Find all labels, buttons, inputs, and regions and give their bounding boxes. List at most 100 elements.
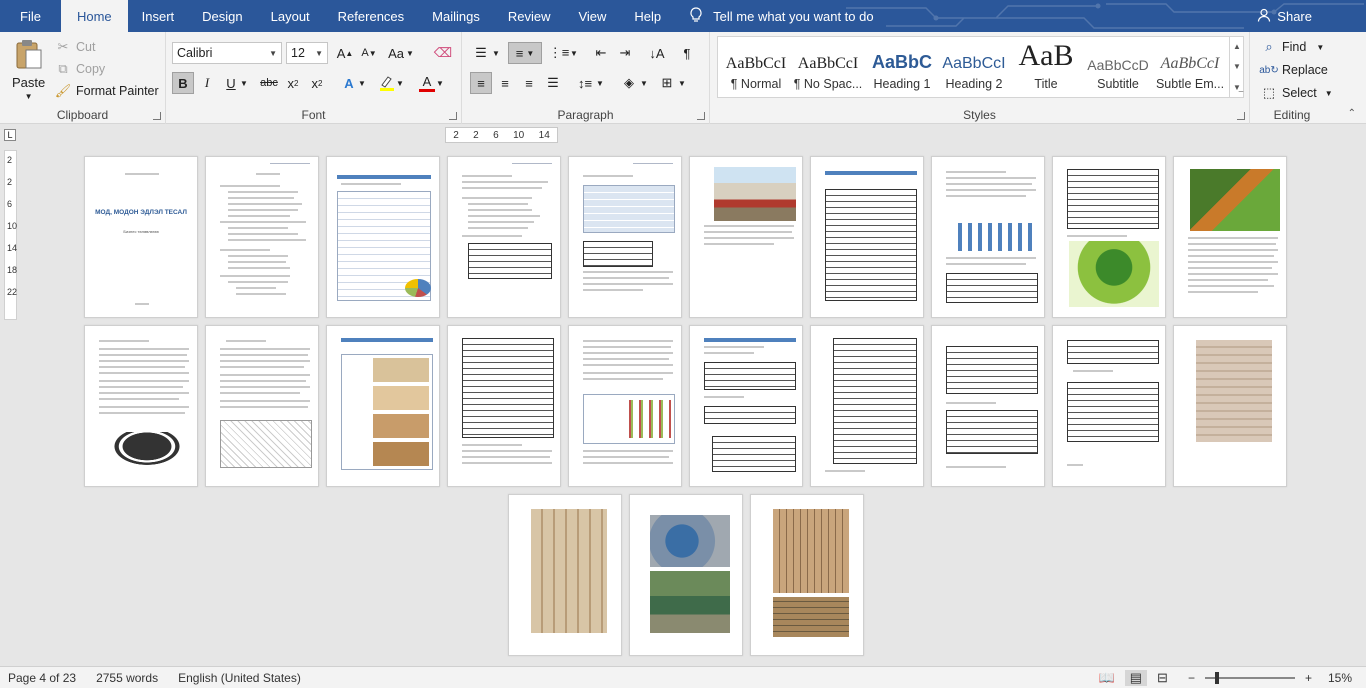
page-thumbnail[interactable] (810, 156, 924, 318)
superscript-button[interactable]: x2 (306, 72, 328, 94)
read-mode-icon[interactable]: 📖 (1099, 670, 1115, 686)
numbering-icon[interactable]: ≡ ▼ (508, 42, 542, 64)
align-left-icon[interactable]: ≡ (470, 72, 492, 94)
style-subtitle[interactable]: AaBbCcD Subtitle (1082, 37, 1154, 97)
italic-button[interactable]: I (196, 72, 218, 94)
page-thumbnail[interactable] (1052, 325, 1166, 487)
chevron-down-icon[interactable]: ▼ (490, 42, 502, 64)
tab-file[interactable]: File (0, 0, 61, 32)
tab-layout[interactable]: Layout (257, 0, 324, 32)
page-thumbnail[interactable] (931, 156, 1045, 318)
document-canvas[interactable]: МОД, МОДОН ЭДЛЭЛ ТЕСАЛ Бизнес төлөвлөгөө (20, 146, 1366, 666)
decrease-indent-icon[interactable]: ⇤ (590, 42, 612, 64)
bold-button[interactable]: B (172, 72, 194, 94)
styles-scroll[interactable]: ▲ ▼ ▼̲ (1229, 36, 1244, 98)
font-name-combo[interactable]: Calibri ▼ (172, 42, 282, 64)
page-thumbnail[interactable] (1173, 325, 1287, 487)
style-heading-1[interactable]: AaBbC Heading 1 (866, 37, 938, 97)
select-button[interactable]: ⬚ Select ▼ (1260, 84, 1333, 102)
change-case-button[interactable]: Aa ▼ (386, 42, 416, 64)
collapse-ribbon-icon[interactable]: ⌃ (1348, 108, 1356, 119)
chevron-down-icon[interactable]: ▼ (676, 72, 688, 94)
font-size-combo[interactable]: 12 ▼ (286, 42, 328, 64)
page-thumbnail[interactable] (810, 325, 924, 487)
style-normal[interactable]: AaBbCcI ¶ Normal (720, 37, 792, 97)
align-right-icon[interactable]: ≡ (518, 72, 540, 94)
tell-me-box[interactable]: Tell me what you want to do (675, 0, 874, 32)
style-subtle-emphasis[interactable]: AaBbCcI Subtle Em... (1154, 37, 1226, 97)
chevron-down-icon[interactable]: ▼ (568, 42, 580, 64)
tab-review[interactable]: Review (494, 0, 565, 32)
chevron-down-icon[interactable]: ▼ (434, 72, 446, 94)
zoom-slider[interactable] (1204, 671, 1295, 684)
pilcrow-icon[interactable]: ¶ (676, 42, 698, 64)
chevron-down-icon[interactable]: ▼ (594, 72, 606, 94)
bullets-icon[interactable]: ☰ (470, 42, 492, 64)
page-thumbnail[interactable] (326, 325, 440, 487)
page-thumbnail[interactable] (326, 156, 440, 318)
zoom-in-icon[interactable]: + (1305, 671, 1312, 685)
page-thumbnail[interactable] (1173, 156, 1287, 318)
tab-design[interactable]: Design (188, 0, 256, 32)
tab-view[interactable]: View (564, 0, 620, 32)
share-button[interactable]: Share (1257, 0, 1312, 32)
page-thumbnail[interactable] (750, 494, 864, 656)
tab-references[interactable]: References (324, 0, 418, 32)
borders-icon[interactable]: ⊞ (656, 72, 678, 94)
copy-button[interactable]: ⧉ Copy (54, 60, 105, 78)
justify-icon[interactable]: ☰ (542, 72, 564, 94)
font-launcher[interactable] (449, 112, 457, 120)
chevron-down-icon[interactable]: ▼ (394, 72, 406, 94)
zoom-level[interactable]: 15% (1328, 671, 1352, 685)
style-no-spacing[interactable]: AaBbCcI ¶ No Spac... (792, 37, 864, 97)
print-layout-icon[interactable]: ▤ (1124, 669, 1148, 686)
page-indicator[interactable]: Page 4 of 23 (8, 671, 76, 685)
page-thumbnail[interactable] (205, 325, 319, 487)
line-spacing-icon[interactable]: ↕≡ (574, 72, 596, 94)
shrink-font-icon[interactable]: A ▼ (358, 42, 380, 64)
multilevel-list-icon[interactable]: ⋮≡ (548, 42, 570, 64)
find-button[interactable]: ⌕ Find ▼ (1260, 38, 1324, 56)
style-heading-2[interactable]: AaBbCcI Heading 2 (938, 37, 1010, 97)
web-layout-icon[interactable]: ⊟ (1157, 670, 1168, 686)
subscript-button[interactable]: x2 (282, 72, 304, 94)
styles-launcher[interactable] (1237, 112, 1245, 120)
ruler-track[interactable]: 2 2 6 10 14 (445, 127, 558, 143)
clipboard-launcher[interactable] (153, 112, 161, 120)
page-thumbnail[interactable] (447, 325, 561, 487)
zoom-thumb[interactable] (1214, 671, 1219, 684)
chevron-down-icon[interactable]: ▼ (238, 72, 250, 94)
tab-home[interactable]: Home (60, 0, 128, 32)
tab-insert[interactable]: Insert (128, 0, 189, 32)
tab-selector[interactable]: L (4, 129, 16, 141)
page-thumbnail[interactable] (84, 325, 198, 487)
page-thumbnail[interactable] (447, 156, 561, 318)
word-count[interactable]: 2755 words (96, 671, 158, 685)
tab-help[interactable]: Help (620, 0, 675, 32)
sort-icon[interactable]: ↓A (646, 42, 668, 64)
grow-font-icon[interactable]: A ▲ (334, 42, 356, 64)
page-thumbnail[interactable] (568, 156, 682, 318)
page-thumbnail[interactable] (508, 494, 622, 656)
increase-indent-icon[interactable]: ⇥ (614, 42, 636, 64)
page-thumbnail[interactable] (931, 325, 1045, 487)
cut-button[interactable]: ✂ Cut (54, 38, 96, 56)
format-painter-button[interactable]: 🖌 Format Painter (54, 82, 159, 100)
replace-button[interactable]: ab↻ Replace (1259, 61, 1328, 79)
paste-button[interactable]: Paste ▼ (12, 38, 45, 101)
zoom-out-icon[interactable]: − (1188, 671, 1195, 685)
more-icon[interactable]: ▼̲ (1233, 83, 1241, 92)
language-indicator[interactable]: English (United States) (178, 671, 301, 685)
page-thumbnail[interactable] (629, 494, 743, 656)
chevron-down-icon[interactable]: ▼ (356, 72, 368, 94)
strikethrough-button[interactable]: abc (258, 72, 280, 94)
paragraph-launcher[interactable] (697, 112, 705, 120)
page-thumbnail[interactable] (689, 156, 803, 318)
chevron-down-icon[interactable]: ▼ (638, 72, 650, 94)
chevron-down-icon[interactable]: ▼ (1233, 62, 1241, 71)
page-thumbnail[interactable] (205, 156, 319, 318)
tab-mailings[interactable]: Mailings (418, 0, 494, 32)
page-thumbnail[interactable] (1052, 156, 1166, 318)
align-center-icon[interactable]: ≡ (494, 72, 516, 94)
page-thumbnail[interactable]: МОД, МОДОН ЭДЛЭЛ ТЕСАЛ Бизнес төлөвлөгөө (84, 156, 198, 318)
